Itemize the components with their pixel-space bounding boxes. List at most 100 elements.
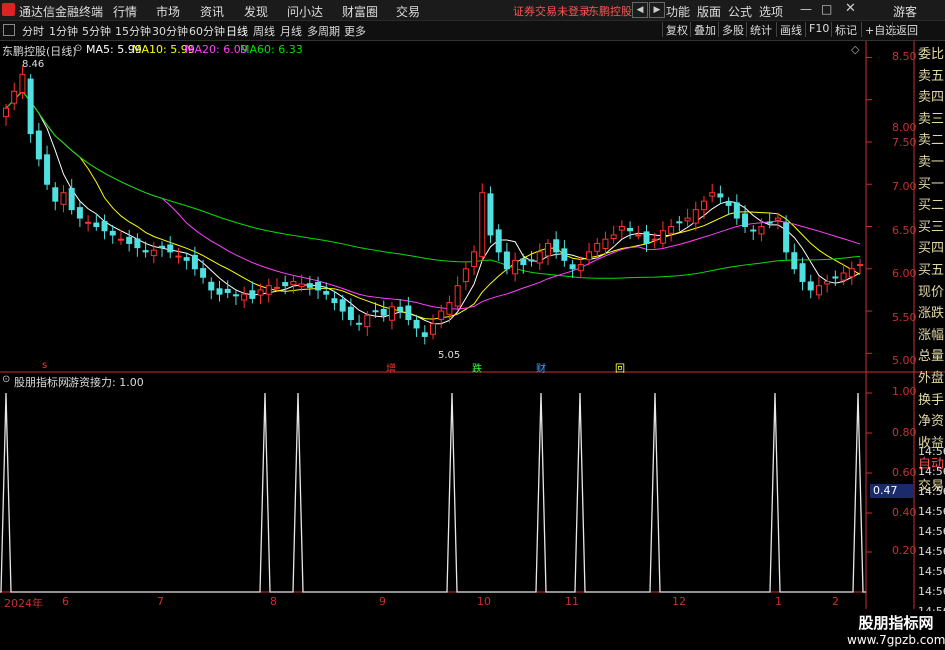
- tab-timeshare[interactable]: 分时: [22, 23, 44, 39]
- app-logo-icon: [2, 3, 15, 16]
- y-tick: 7.00: [892, 180, 917, 193]
- candle-body: [216, 288, 223, 295]
- menu-formula[interactable]: 公式: [728, 3, 752, 20]
- right-panel-label[interactable]: 卖五: [918, 65, 944, 84]
- btn-f10[interactable]: F10: [805, 22, 829, 37]
- right-panel-label[interactable]: 买四: [918, 237, 944, 256]
- btn-multi-stock[interactable]: 多股: [718, 22, 744, 37]
- marker-zeng[interactable]: 增: [386, 360, 396, 375]
- user-guest[interactable]: 游客: [893, 3, 917, 20]
- candle-body: [684, 217, 691, 222]
- right-panel-label[interactable]: 涨幅: [918, 324, 944, 343]
- right-panel-label[interactable]: 买一: [918, 173, 944, 192]
- tab-more[interactable]: 更多: [344, 23, 366, 39]
- tab-30min[interactable]: 30分钟: [152, 23, 188, 39]
- tab-multi-period[interactable]: 多周期: [307, 23, 340, 39]
- minimize-icon[interactable]: —: [800, 2, 812, 16]
- right-panel-label[interactable]: 外盘: [918, 367, 944, 386]
- candle-body: [487, 193, 494, 236]
- candle-body: [586, 251, 593, 261]
- btn-mark[interactable]: 标记: [831, 22, 857, 37]
- btn-overlay[interactable]: 叠加: [690, 22, 716, 37]
- ma20-line: [5, 90, 861, 310]
- candle-body: [676, 221, 683, 224]
- diamond-icon[interactable]: ◇: [851, 43, 859, 56]
- right-panel-label[interactable]: 买五: [918, 259, 944, 278]
- right-panel-label[interactable]: 涨跌: [918, 302, 944, 321]
- menu-trade[interactable]: 交易: [396, 3, 420, 20]
- right-panel-label[interactable]: 卖四: [918, 86, 944, 105]
- right-panel-label[interactable]: 委比: [918, 43, 944, 62]
- tab-15min[interactable]: 15分钟: [115, 23, 151, 39]
- next-icon[interactable]: ▶: [649, 2, 665, 18]
- menu-ask[interactable]: 问小达: [287, 3, 323, 20]
- candle-body: [413, 319, 420, 329]
- toolbar-grid-icon[interactable]: [3, 24, 15, 36]
- btn-back[interactable]: 返回: [892, 22, 918, 37]
- menu-market[interactable]: 市场: [156, 3, 180, 20]
- prev-icon[interactable]: ◀: [632, 2, 648, 18]
- menu-news[interactable]: 资讯: [200, 3, 224, 20]
- menu-quotes[interactable]: 行情: [113, 3, 137, 20]
- right-panel-label[interactable]: 卖二: [918, 129, 944, 148]
- low-price-label: 5.05: [438, 350, 461, 361]
- tab-monthly[interactable]: 月线: [280, 23, 302, 39]
- right-panel-label[interactable]: 卖三: [918, 108, 944, 127]
- btn-stats[interactable]: 统计: [746, 22, 772, 37]
- legend-dropdown-icon[interactable]: ⊙: [74, 43, 82, 54]
- btn-add-favorite[interactable]: +自选: [861, 22, 896, 37]
- btn-restore-rights[interactable]: 复权: [662, 22, 688, 37]
- right-panel-label[interactable]: 净资: [918, 410, 944, 429]
- candle-body: [569, 264, 576, 270]
- candle-body: [725, 201, 732, 206]
- tab-5min[interactable]: 5分钟: [82, 23, 111, 39]
- candle-body: [709, 192, 716, 197]
- right-panel-label[interactable]: 现价: [918, 281, 944, 300]
- sub-y-tick: 0.60: [892, 466, 917, 479]
- candle-body: [438, 310, 445, 320]
- menu-function[interactable]: 功能: [666, 3, 690, 20]
- menu-discover[interactable]: 发现: [244, 3, 268, 20]
- marker-cai[interactable]: 财: [536, 360, 546, 375]
- watermark: 股朋指标网 www.7gpzb.com: [847, 611, 945, 650]
- tab-daily[interactable]: 日线: [226, 23, 248, 39]
- candle-body: [356, 322, 363, 325]
- right-panel-label[interactable]: 买二: [918, 194, 944, 213]
- candle-body: [766, 221, 773, 224]
- maximize-icon[interactable]: □: [821, 2, 832, 16]
- candle-body: [627, 227, 634, 232]
- marker-die[interactable]: 跌: [472, 360, 482, 375]
- menu-options[interactable]: 选项: [759, 3, 783, 20]
- candle-body: [733, 202, 740, 219]
- tab-60min[interactable]: 60分钟: [189, 23, 225, 39]
- menu-layout[interactable]: 版面: [697, 3, 721, 20]
- candle-body: [495, 229, 502, 253]
- candle-body: [109, 230, 116, 236]
- tab-1min[interactable]: 1分钟: [49, 23, 78, 39]
- close-icon[interactable]: ✕: [845, 1, 856, 16]
- tab-weekly[interactable]: 周线: [253, 23, 275, 39]
- candle-body: [282, 282, 289, 287]
- y-tick: 8.50: [892, 50, 917, 63]
- sub-legend-icon[interactable]: ⊙: [2, 374, 10, 385]
- candle-body: [659, 230, 666, 244]
- marker-hui[interactable]: 回: [615, 360, 625, 375]
- x-tick: 9: [379, 595, 386, 608]
- right-panel-label[interactable]: 买三: [918, 216, 944, 235]
- candle-body: [758, 226, 765, 235]
- right-panel-label[interactable]: 卖一: [918, 151, 944, 170]
- candle-body: [512, 259, 519, 275]
- marker-s[interactable]: s: [42, 360, 47, 371]
- ma60-label: MA60: 6.33: [240, 43, 303, 56]
- candle-body: [208, 281, 215, 291]
- menu-wealth[interactable]: 财富圈: [342, 3, 378, 20]
- candle-body: [150, 249, 157, 257]
- chart-area[interactable]: 东鹏控股(日线) ⊙ MA5: 5.99 MA10: 5.99 MA20: 6.…: [0, 41, 945, 650]
- candle-body: [594, 242, 601, 252]
- chart-svg[interactable]: [0, 41, 945, 609]
- btn-draw-line[interactable]: 画线: [776, 22, 802, 37]
- login-status[interactable]: 证券交易未登录: [513, 3, 590, 19]
- right-panel-label[interactable]: 总量: [918, 345, 944, 364]
- period-toolbar: 分时 1分钟 5分钟 15分钟 30分钟 60分钟 日线 周线 月线 多周期 更…: [0, 21, 945, 41]
- right-panel-label[interactable]: 换手: [918, 389, 944, 408]
